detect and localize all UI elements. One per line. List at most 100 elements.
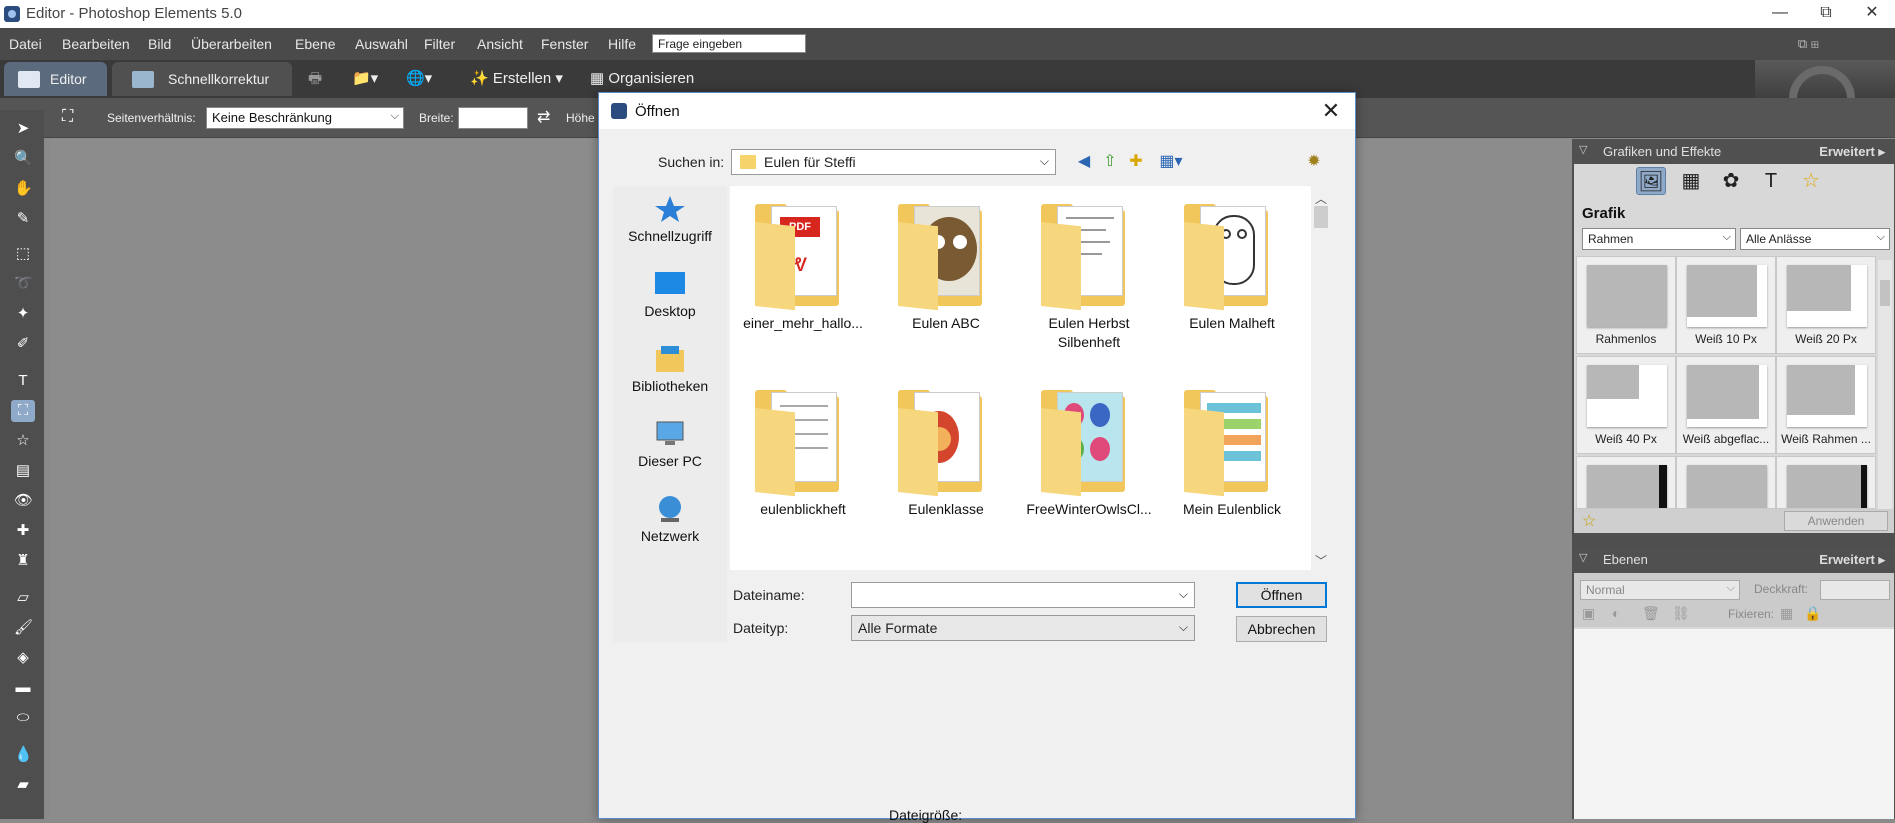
folder-item[interactable]: Eulenklasse xyxy=(876,374,1016,544)
up-folder-icon[interactable]: ⇧ xyxy=(1099,151,1121,173)
effects-scrollbar[interactable] xyxy=(1878,260,1892,522)
menu-help[interactable]: Hilfe xyxy=(608,36,636,52)
effects-expand-button[interactable]: Erweitert ▸ xyxy=(1819,144,1885,160)
brush-tool-icon[interactable]: 🖌 xyxy=(11,617,35,639)
folder-star-icon[interactable]: ✹ xyxy=(1303,151,1325,173)
ask-question-input[interactable]: Frage eingeben xyxy=(652,34,806,53)
frame-thumb[interactable]: Weiß 10 Px xyxy=(1676,256,1776,354)
tab-quickfix[interactable]: Schnellkorrektur xyxy=(112,62,292,96)
blend-mode-select[interactable]: Normal ⌵ xyxy=(1580,580,1740,600)
place-network[interactable]: Netzwerk xyxy=(613,488,727,560)
frame-thumb[interactable]: Weiß 20 Px xyxy=(1776,256,1876,354)
red-eye-tool-icon[interactable]: 👁 xyxy=(11,490,35,512)
eyedropper-tool-icon[interactable]: ✎ xyxy=(11,208,35,230)
back-icon[interactable]: ◀ xyxy=(1073,151,1095,173)
effects-icon[interactable]: ✿ xyxy=(1716,167,1746,195)
layers-expand-button[interactable]: Erweitert ▸ xyxy=(1819,552,1885,568)
sponge-tool-icon[interactable]: ▰ xyxy=(11,774,35,796)
window-tile-icon[interactable]: ⧉ ⊞ xyxy=(1798,36,1819,52)
dialog-close-icon[interactable]: ✕ xyxy=(1317,97,1345,125)
folder-item[interactable]: PDF ⱴ einer_mehr_hallo... xyxy=(733,188,873,358)
opacity-input[interactable] xyxy=(1820,580,1890,600)
menu-window[interactable]: Fenster xyxy=(541,36,588,52)
paint-bucket-tool-icon[interactable]: ◈ xyxy=(11,647,35,669)
open-button[interactable]: Öffnen xyxy=(1236,582,1327,608)
minimize-icon[interactable]: — xyxy=(1757,0,1803,28)
zoom-tool-icon[interactable]: 🔍 xyxy=(11,148,35,170)
artwork-icon[interactable]: 🖼 xyxy=(1636,167,1666,195)
trash-icon[interactable]: 🗑 xyxy=(1642,605,1660,622)
tab-editor[interactable]: Editor xyxy=(4,62,107,96)
cancel-button[interactable]: Abbrechen xyxy=(1236,616,1327,642)
folder-item[interactable]: Mein Eulenblick xyxy=(1162,374,1302,544)
filetype-select[interactable]: Alle Formate ⌵ xyxy=(851,615,1195,641)
marquee-tool-icon[interactable]: ⬚ xyxy=(11,243,35,265)
collapse-triangle-icon[interactable]: ▽ xyxy=(1579,551,1587,564)
hand-tool-icon[interactable]: ✋ xyxy=(11,178,35,200)
folder-item[interactable]: eulenblickheft xyxy=(733,374,873,544)
backgrounds-icon[interactable]: ▦ xyxy=(1676,167,1706,195)
folder-item[interactable]: Eulen ABC xyxy=(876,188,1016,358)
organize-button[interactable]: ▦ Organisieren xyxy=(590,66,694,92)
menu-view[interactable]: Ansicht xyxy=(477,36,523,52)
collapse-triangle-icon[interactable]: ▽ xyxy=(1579,143,1587,156)
add-favorite-star-icon[interactable]: ☆ xyxy=(1582,511,1596,531)
eraser-tool-icon[interactable]: ▱ xyxy=(11,587,35,609)
lasso-tool-icon[interactable]: ➰ xyxy=(11,273,35,295)
share-icon[interactable]: 📁▾ xyxy=(352,66,378,92)
move-tool-icon[interactable]: ➤ xyxy=(11,118,35,140)
frame-thumb[interactable]: Weiß abgeflac... xyxy=(1676,356,1776,454)
menu-edit[interactable]: Bearbeiten xyxy=(62,36,130,52)
favorites-star-icon[interactable]: ☆ xyxy=(1796,167,1826,195)
selection-brush-tool-icon[interactable]: ✐ xyxy=(11,333,35,355)
place-quick-access[interactable]: Schnellzugriff xyxy=(613,188,727,260)
menu-select[interactable]: Auswahl xyxy=(355,36,408,52)
view-menu-icon[interactable]: ▦▾ xyxy=(1155,151,1187,173)
apply-button[interactable]: Anwenden xyxy=(1784,511,1888,531)
aspect-ratio-select[interactable]: Keine Beschränkung ⌵ xyxy=(206,107,404,129)
scroll-up-icon[interactable]: ︿ xyxy=(1315,190,1327,207)
adjustment-layer-icon[interactable]: ◐ xyxy=(1612,605,1620,621)
lock-icon[interactable]: 🔒 xyxy=(1804,605,1821,622)
link-icon[interactable]: ⛓ xyxy=(1672,605,1690,622)
healing-brush-tool-icon[interactable]: ✚ xyxy=(11,520,35,542)
occasion-select[interactable]: Alle Anlässe ⌵ xyxy=(1740,228,1890,250)
frame-thumb[interactable]: Rahmenlos xyxy=(1576,256,1676,354)
effects-panel-header[interactable]: ▽ Grafiken und Effekte Erweitert ▸ xyxy=(1573,140,1895,162)
menu-image[interactable]: Bild xyxy=(148,36,171,52)
close-icon[interactable]: ✕ xyxy=(1849,0,1895,28)
layer-list[interactable] xyxy=(1574,629,1894,819)
text-icon[interactable]: T xyxy=(1756,167,1786,195)
folder-item[interactable]: FreeWinterOwlsCl... xyxy=(1019,374,1159,544)
look-in-select[interactable]: Eulen für Steffi ⌵ xyxy=(731,149,1056,175)
swap-icon[interactable]: ⇄ xyxy=(537,107,550,127)
order-prints-icon[interactable]: 🌐▾ xyxy=(406,66,432,92)
shape-tool-icon[interactable]: ⬭ xyxy=(11,707,35,729)
magic-wand-tool-icon[interactable]: ✦ xyxy=(11,303,35,325)
category-select[interactable]: Rahmen ⌵ xyxy=(1582,228,1736,250)
gradient-tool-icon[interactable]: ▬ xyxy=(11,677,35,699)
menu-enhance[interactable]: Überarbeiten xyxy=(191,36,272,52)
menu-filter[interactable]: Filter xyxy=(424,36,455,52)
file-list-scrollbar[interactable]: ︿ ﹀ xyxy=(1311,186,1331,570)
new-layer-icon[interactable]: ▣ xyxy=(1582,605,1595,622)
menu-file[interactable]: Datei xyxy=(9,36,42,52)
menu-layer[interactable]: Ebene xyxy=(295,36,335,52)
place-desktop[interactable]: Desktop xyxy=(613,263,727,335)
scroll-down-icon[interactable]: ﹀ xyxy=(1315,552,1327,569)
blur-tool-icon[interactable]: 💧 xyxy=(11,744,35,766)
crop-tool-icon[interactable]: ⛶ xyxy=(11,400,35,422)
clone-stamp-tool-icon[interactable]: ♜ xyxy=(11,550,35,572)
place-this-pc[interactable]: Dieser PC xyxy=(613,413,727,485)
type-tool-icon[interactable]: T xyxy=(11,370,35,392)
filename-input[interactable]: ⌵ xyxy=(851,582,1195,608)
folder-item[interactable]: Eulen Herbst Silbenheft xyxy=(1019,188,1159,358)
layers-panel-header[interactable]: ▽ Ebenen Erweitert ▸ xyxy=(1573,548,1895,570)
frame-thumb[interactable] xyxy=(1676,456,1776,509)
frame-thumb[interactable]: Weiß Rahmen ... xyxy=(1776,356,1876,454)
frame-thumb[interactable]: Weiß 40 Px xyxy=(1576,356,1676,454)
new-folder-icon[interactable]: ✚ xyxy=(1125,151,1147,173)
place-libraries[interactable]: Bibliotheken xyxy=(613,338,727,410)
print-icon[interactable]: 🖶 xyxy=(308,66,322,92)
straighten-tool-icon[interactable]: ▤ xyxy=(11,460,35,482)
